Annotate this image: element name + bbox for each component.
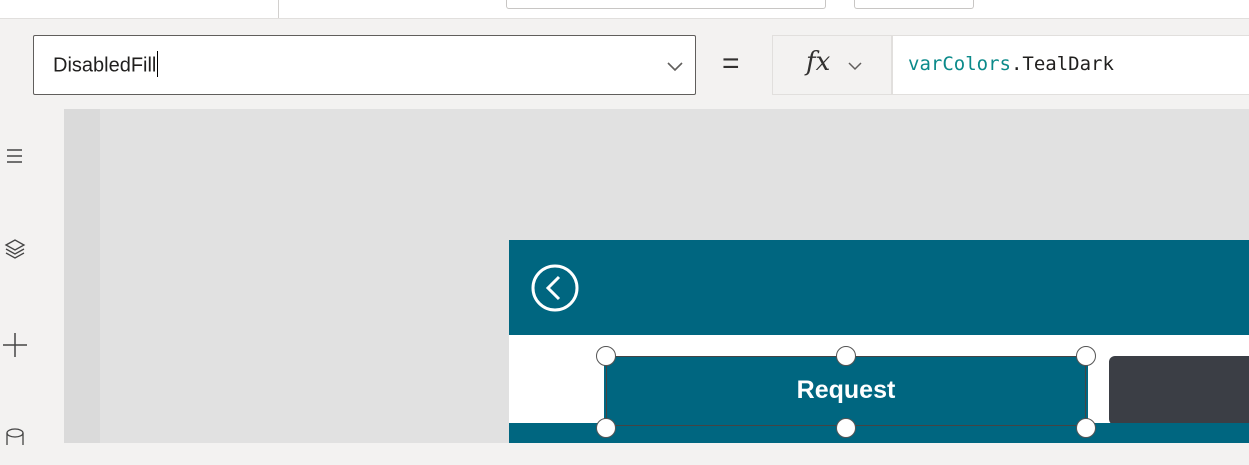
formula-object: varColors [908,53,1011,75]
fx-icon: fx [806,47,831,77]
resize-handle-bottom-right[interactable] [1076,418,1096,438]
request-button[interactable]: Request [604,356,1088,425]
left-rail [0,109,64,445]
secondary-button[interactable] [1109,356,1249,425]
toolbar-control[interactable] [854,0,974,9]
resize-handle-top-left[interactable] [596,346,616,366]
text-cursor [157,51,159,77]
toolbar-divider [278,0,279,18]
resize-handle-top-right[interactable] [1076,346,1096,366]
resize-handle-bottom[interactable] [836,418,856,438]
layers-icon[interactable] [0,233,64,283]
chevron-down-icon[interactable] [665,56,685,81]
back-arrow-icon[interactable] [530,263,580,318]
canvas-edge-shade [64,109,100,443]
add-icon[interactable] [0,327,64,377]
formula-text: varColors.TealDark [908,53,1114,75]
fx-button[interactable]: fx [772,35,892,95]
top-toolbar-strip [0,0,1249,19]
chevron-down-icon [847,58,863,79]
app-screen-preview[interactable]: Request [509,240,1249,443]
data-icon[interactable] [0,415,64,465]
resize-handle-bottom-left[interactable] [596,418,616,438]
request-button-label: Request [796,376,896,404]
resize-handle-top[interactable] [836,346,856,366]
formula-bar: DisabledFill = fx varColors.TealDark [0,19,1249,109]
property-value: DisabledFill [53,51,159,79]
app-header-bar [509,240,1249,335]
toolbar-control[interactable] [506,0,826,9]
equals-sign: = [722,47,740,80]
app-footer-bar [509,423,1249,443]
hamburger-menu-icon[interactable] [0,135,64,185]
formula-member: TealDark [1022,53,1114,75]
formula-input[interactable]: varColors.TealDark [892,35,1249,95]
property-dropdown[interactable]: DisabledFill [33,35,696,95]
formula-separator: . [1010,53,1023,75]
